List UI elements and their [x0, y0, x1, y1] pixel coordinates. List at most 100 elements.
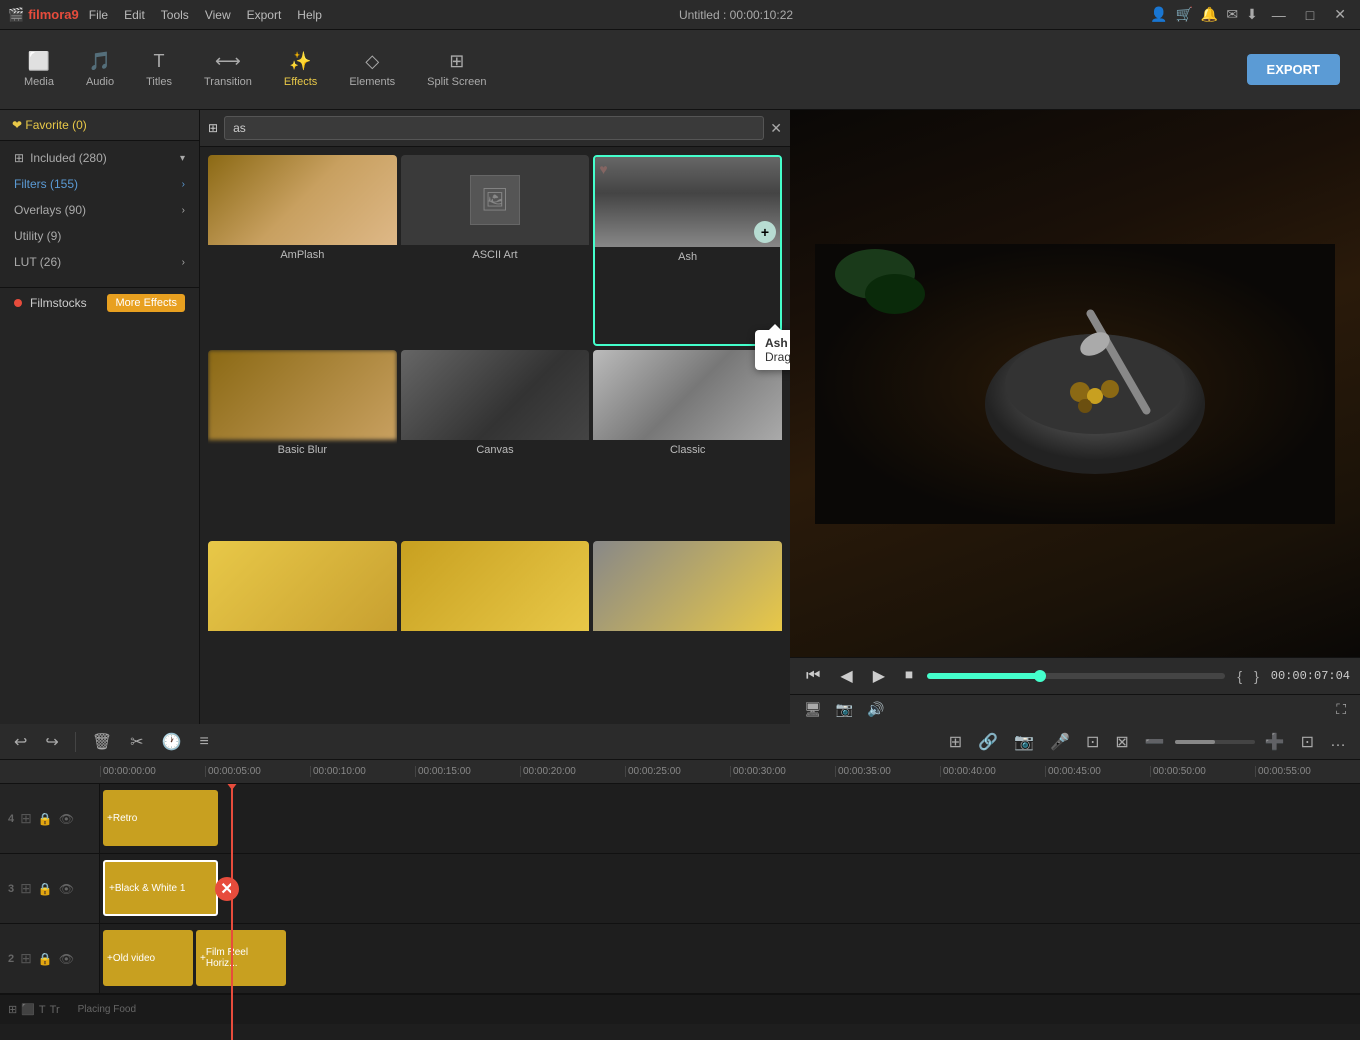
effect-item-classic[interactable]: Classic: [593, 350, 782, 537]
more-button[interactable]: …: [1324, 729, 1352, 755]
monitor-icon[interactable]: 🖥: [800, 699, 826, 720]
track-2-lock[interactable]: 🔒: [38, 952, 53, 966]
clip-black-white[interactable]: + Black & White 1: [103, 860, 218, 916]
more-effects-button[interactable]: More Effects: [107, 294, 185, 312]
effect-item-ascii[interactable]: 🖼 ASCII Art: [401, 155, 590, 346]
camera-icon[interactable]: 📷: [832, 699, 857, 720]
timeline-ruler: 00:00:00:00 00:00:05:00 00:00:10:00 00:0…: [0, 760, 1360, 784]
menu-file[interactable]: File: [89, 8, 108, 22]
track-4-eye[interactable]: 👁: [59, 812, 74, 826]
fit-button[interactable]: ⊡: [1295, 728, 1320, 756]
link-button[interactable]: 🔗: [972, 728, 1004, 756]
minus-button[interactable]: ➖: [1139, 728, 1171, 756]
add-track-button[interactable]: ⊞: [943, 728, 968, 756]
export-button[interactable]: EXPORT: [1247, 54, 1340, 85]
clear-search-button[interactable]: ✕: [770, 120, 782, 137]
menu-view[interactable]: View: [205, 8, 231, 22]
splitscreen-label: Split Screen: [427, 76, 486, 88]
menu-export[interactable]: Export: [247, 8, 282, 22]
track-3-lock[interactable]: 🔒: [38, 882, 53, 896]
bell-icon[interactable]: 🔔: [1201, 6, 1218, 23]
user-icon[interactable]: 👤: [1150, 6, 1167, 23]
effect-item-row3a[interactable]: [208, 541, 397, 716]
menu-edit[interactable]: Edit: [124, 8, 145, 22]
sidebar-item-included[interactable]: ⊞ Included (280) ▾: [0, 145, 199, 171]
bracket-close-button[interactable]: }: [1250, 666, 1263, 686]
redo-button[interactable]: ↪: [39, 728, 64, 756]
effect-item-row3b[interactable]: [401, 541, 590, 716]
clip-old-video[interactable]: + Old video: [103, 930, 193, 986]
filters-chevron: ›: [182, 179, 185, 190]
filmstocks-label: Filmstocks: [30, 296, 87, 310]
stop-button[interactable]: ⏹: [899, 665, 919, 687]
search-input[interactable]: [224, 116, 764, 140]
undo-button[interactable]: ↩: [8, 728, 33, 756]
progress-bar[interactable]: [927, 673, 1225, 679]
elements-label: Elements: [349, 76, 395, 88]
cart-icon[interactable]: 🛒: [1175, 6, 1192, 23]
caption-button[interactable]: ⊠: [1109, 728, 1134, 756]
toolbar-splitscreen[interactable]: ⊞ Split Screen: [413, 45, 500, 94]
ruler-mark-7: 00:00:35:00: [835, 766, 940, 777]
basicblur-thumbnail: [208, 350, 397, 440]
skip-back-button[interactable]: ⏮: [800, 665, 826, 687]
playback-controls: ⏮ ◀ ▶ ⏹ { } 00:00:07:04: [790, 657, 1360, 694]
media-icon: ⬜: [28, 51, 50, 72]
menu-help[interactable]: Help: [297, 8, 322, 22]
minimize-button[interactable]: —: [1266, 5, 1292, 25]
bottom-icon-tr: Tr: [50, 1004, 60, 1016]
maximize-button[interactable]: □: [1300, 5, 1320, 25]
zoom-slider[interactable]: [1175, 740, 1255, 744]
step-back-button[interactable]: ◀: [834, 664, 858, 688]
toolbar-effects[interactable]: ✨ Effects: [270, 45, 331, 94]
lut-chevron: ›: [182, 257, 185, 268]
effect-item-amplash[interactable]: AmPlash: [208, 155, 397, 346]
menu-tools[interactable]: Tools: [161, 8, 189, 22]
pip-button[interactable]: ⊡: [1080, 728, 1105, 756]
track-2-eye[interactable]: 👁: [59, 952, 74, 966]
add-ash-button[interactable]: +: [754, 221, 776, 243]
effect-item-ash[interactable]: ♥ + Ash: [593, 155, 782, 346]
play-button[interactable]: ▶: [867, 664, 891, 688]
time-display: 00:00:07:04: [1271, 669, 1350, 683]
fullscreen-button[interactable]: ⛶: [1332, 699, 1350, 720]
camera-track-button[interactable]: 📷: [1008, 728, 1040, 756]
track-4-header: 4 ⊞ 🔒 👁: [0, 784, 100, 853]
track-4-icon: ⊞: [20, 810, 32, 827]
plus-button[interactable]: ➕: [1259, 728, 1291, 756]
sidebar-item-lut[interactable]: LUT (26) ›: [0, 249, 199, 275]
delete-clip-button[interactable]: ✕: [215, 877, 239, 901]
track-3-eye[interactable]: 👁: [59, 882, 74, 896]
track-4-lock[interactable]: 🔒: [38, 812, 53, 826]
volume-icon[interactable]: 🔊: [863, 699, 888, 720]
toolbar-media[interactable]: ⬜ Media: [10, 45, 68, 94]
bottom-icon-2: ⬛: [21, 1003, 35, 1016]
close-button[interactable]: ✕: [1328, 4, 1352, 25]
sidebar-item-overlays[interactable]: Overlays (90) ›: [0, 197, 199, 223]
effect-item-row3c[interactable]: [593, 541, 782, 716]
sidebar-item-utility[interactable]: Utility (9): [0, 223, 199, 249]
clip-retro[interactable]: + Retro: [103, 790, 218, 846]
delete-button[interactable]: 🗑: [86, 728, 118, 756]
settings-button[interactable]: ≡: [193, 729, 214, 755]
time-button[interactable]: 🕐: [156, 728, 188, 756]
favorite-button[interactable]: ❤ Favorite (0): [0, 110, 199, 141]
effect-item-canvas[interactable]: Canvas: [401, 350, 590, 537]
bottom-icon-t: T: [39, 1004, 46, 1016]
toolbar-titles[interactable]: T Titles: [132, 45, 186, 94]
audio-track-button[interactable]: 🎤: [1044, 728, 1076, 756]
clip-film-reel[interactable]: + Film Reel Horiz...: [196, 930, 286, 986]
sidebar-item-filters[interactable]: Filters (155) ›: [0, 171, 199, 197]
cut-button[interactable]: ✂: [124, 728, 149, 756]
bracket-open-button[interactable]: {: [1233, 666, 1246, 686]
download-icon[interactable]: ⬇: [1246, 6, 1258, 23]
app-logo: 🎬 filmora9: [8, 7, 79, 23]
effect-item-basicblur[interactable]: Basic Blur: [208, 350, 397, 537]
toolbar-transition[interactable]: ⟷ Transition: [190, 45, 266, 94]
mail-icon[interactable]: ✉: [1226, 6, 1238, 23]
overlays-chevron: ›: [182, 205, 185, 216]
toolbar-elements[interactable]: ◇ Elements: [335, 45, 409, 94]
ruler-mark-9: 00:00:45:00: [1045, 766, 1150, 777]
toolbar-audio[interactable]: 🎵 Audio: [72, 45, 128, 94]
included-label: Included (280): [30, 151, 107, 165]
